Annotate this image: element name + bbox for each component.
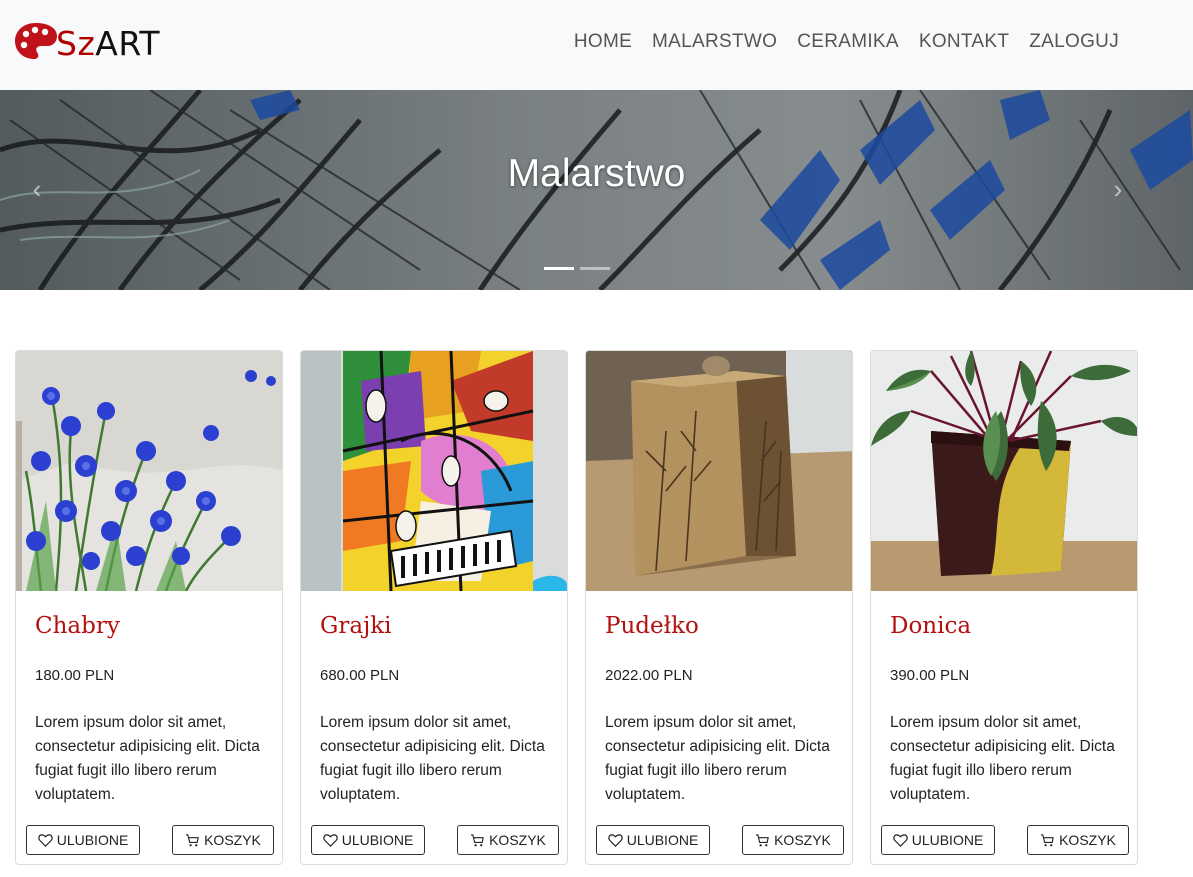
main-nav: HOME MALARSTWO CERAMIKA KONTAKT ZALOGUJ xyxy=(564,30,1129,54)
cart-icon xyxy=(1041,833,1054,846)
hero-title: Malarstwo xyxy=(507,152,686,195)
product-price: 390.00 PLN xyxy=(890,667,970,684)
add-to-cart-button[interactable]: KOSZYK xyxy=(1027,825,1129,855)
favorites-label: ULUBIONE xyxy=(626,832,699,848)
cart-icon xyxy=(471,833,484,846)
cart-icon xyxy=(756,833,769,846)
add-to-favorites-button[interactable]: ULUBIONE xyxy=(881,825,995,855)
brand-logo[interactable]: SzART xyxy=(14,22,160,64)
product-image[interactable] xyxy=(586,351,852,591)
product-image[interactable] xyxy=(301,351,567,591)
brand-name: SzART xyxy=(56,23,161,63)
favorites-label: ULUBIONE xyxy=(341,832,414,848)
cart-icon xyxy=(186,833,199,846)
product-card: Donica 390.00 PLN Lorem ipsum dolor sit … xyxy=(870,350,1138,865)
cart-label: KOSZYK xyxy=(1059,832,1116,848)
add-to-cart-button[interactable]: KOSZYK xyxy=(457,825,559,855)
carousel-indicators xyxy=(544,267,610,270)
product-title[interactable]: Grajki xyxy=(320,613,392,639)
palette-icon xyxy=(14,21,58,66)
product-price: 680.00 PLN xyxy=(320,667,400,684)
heart-icon xyxy=(37,833,53,847)
carousel-next-button[interactable]: › xyxy=(1103,174,1133,204)
product-price: 2022.00 PLN xyxy=(605,667,693,684)
nav-item-kontakt[interactable]: KONTAKT xyxy=(909,30,1019,54)
cart-label: KOSZYK xyxy=(774,832,831,848)
product-image[interactable] xyxy=(871,351,1137,591)
product-image[interactable] xyxy=(16,351,282,591)
carousel-prev-button[interactable]: ‹ xyxy=(22,174,52,204)
product-card: Chabry 180.00 PLN Lorem ipsum dolor sit … xyxy=(15,350,283,865)
favorites-label: ULUBIONE xyxy=(56,832,129,848)
navbar: SzART HOME MALARSTWO CERAMIKA KONTAKT ZA… xyxy=(0,0,1193,90)
product-description: Lorem ipsum dolor sit amet, consectetur … xyxy=(605,714,830,803)
product-card: Grajki 680.00 PLN Lorem ipsum dolor sit … xyxy=(300,350,568,865)
heart-icon xyxy=(322,833,338,847)
product-title[interactable]: Chabry xyxy=(35,613,120,639)
product-description: Lorem ipsum dolor sit amet, consectetur … xyxy=(35,714,260,803)
product-description: Lorem ipsum dolor sit amet, consectetur … xyxy=(890,714,1115,803)
product-title[interactable]: Donica xyxy=(890,613,971,639)
product-title[interactable]: Pudełko xyxy=(605,613,699,639)
favorites-label: ULUBIONE xyxy=(911,832,984,848)
add-to-favorites-button[interactable]: ULUBIONE xyxy=(596,825,710,855)
heart-icon xyxy=(892,833,908,847)
product-description: Lorem ipsum dolor sit amet, consectetur … xyxy=(320,714,545,803)
add-to-favorites-button[interactable]: ULUBIONE xyxy=(26,825,140,855)
nav-item-home[interactable]: HOME xyxy=(564,30,642,54)
add-to-cart-button[interactable]: KOSZYK xyxy=(742,825,844,855)
carousel-indicator-2[interactable] xyxy=(580,267,610,270)
nav-item-malarstwo[interactable]: MALARSTWO xyxy=(642,30,787,54)
nav-item-zaloguj[interactable]: ZALOGUJ xyxy=(1019,30,1129,54)
chevron-right-icon: › xyxy=(1113,174,1123,204)
hero-carousel: Malarstwo ‹ › xyxy=(0,90,1193,290)
add-to-cart-button[interactable]: KOSZYK xyxy=(172,825,274,855)
carousel-indicator-1[interactable] xyxy=(544,267,574,270)
cart-label: KOSZYK xyxy=(204,832,261,848)
product-price: 180.00 PLN xyxy=(35,667,115,684)
add-to-favorites-button[interactable]: ULUBIONE xyxy=(311,825,425,855)
nav-item-ceramika[interactable]: CERAMIKA xyxy=(787,30,909,54)
product-card: Pudełko 2022.00 PLN Lorem ipsum dolor si… xyxy=(585,350,853,865)
chevron-left-icon: ‹ xyxy=(32,174,42,204)
cart-label: KOSZYK xyxy=(489,832,546,848)
heart-icon xyxy=(607,833,623,847)
